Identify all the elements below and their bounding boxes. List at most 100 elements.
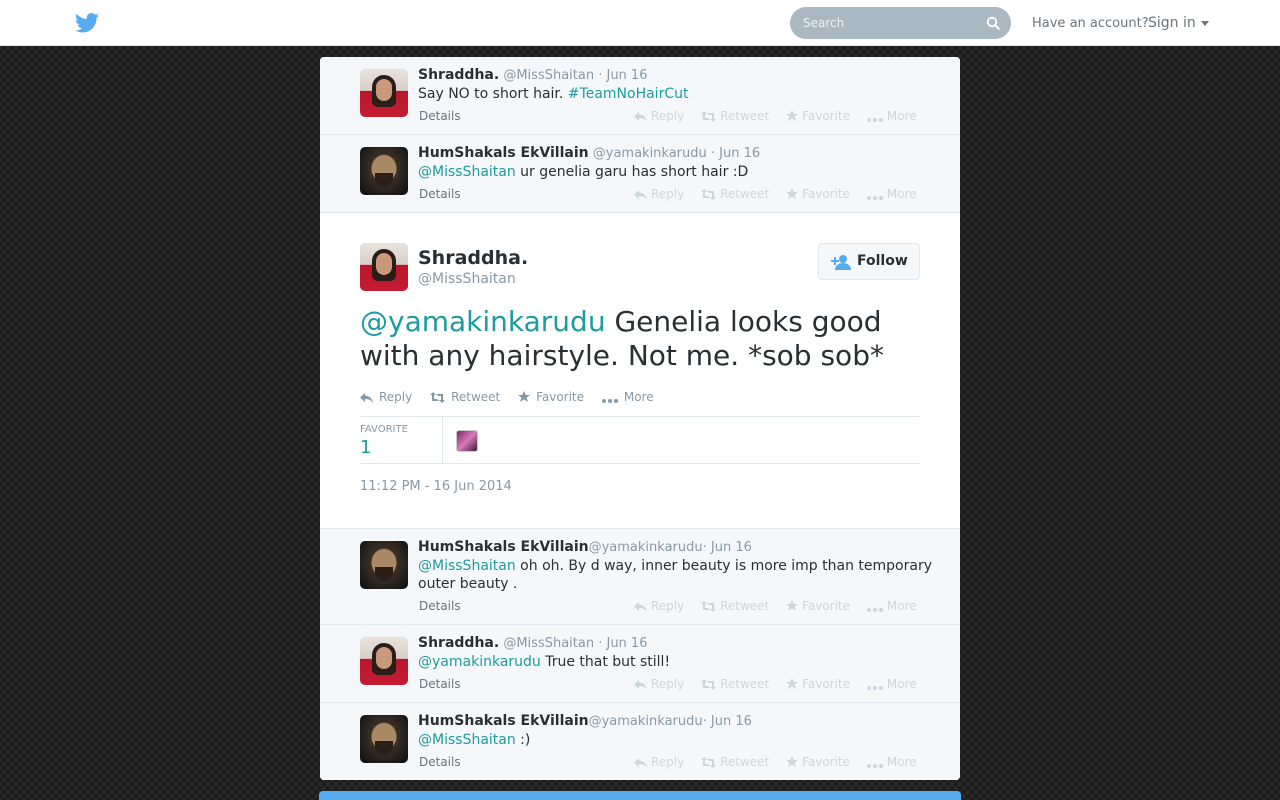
retweet-button[interactable]: Retweet — [701, 187, 769, 201]
details-link[interactable]: Details — [419, 677, 461, 691]
search-icon[interactable] — [986, 16, 1000, 30]
search-input[interactable] — [790, 7, 980, 39]
tweet-author-handle[interactable]: @MissShaitan — [503, 68, 594, 83]
tweet-header: HumShakals EkVillain@yamakinkarudu· Jun … — [418, 539, 752, 555]
mention-link[interactable]: @yamakinkarudu — [418, 654, 541, 670]
favorite-button[interactable]: Favorite — [786, 187, 850, 201]
have-account-label: Have an account? — [1032, 16, 1149, 31]
favorite-label: Favorite — [802, 755, 851, 769]
favorite-button[interactable]: Favorite — [518, 390, 584, 404]
retweet-label: Retweet — [720, 755, 770, 769]
tweet-date[interactable]: · Jun 16 — [703, 714, 752, 729]
tweet-item[interactable]: Shraddha. @MissShaitan · Jun 16 Say NO t… — [320, 57, 960, 135]
reply-button[interactable]: Reply — [634, 187, 684, 201]
follow-label: Follow — [857, 253, 908, 269]
reply-button[interactable]: Reply — [634, 677, 684, 691]
mention-link[interactable]: @MissShaitan — [418, 732, 516, 748]
tweet-item[interactable]: HumShakals EkVillain@yamakinkarudu· Jun … — [320, 529, 960, 625]
details-link[interactable]: Details — [419, 109, 461, 123]
favorite-button[interactable]: Favorite — [786, 599, 850, 613]
tweet-author-name[interactable]: HumShakals EkVillain — [418, 539, 589, 555]
avatar[interactable] — [360, 69, 408, 117]
more-button[interactable]: More — [866, 187, 917, 201]
ellipsis-icon — [866, 608, 883, 612]
signup-banner[interactable] — [319, 791, 961, 800]
mention-link[interactable]: @MissShaitan — [418, 164, 516, 180]
details-link[interactable]: Details — [419, 599, 461, 613]
tweet-item[interactable]: Shraddha. @MissShaitan · Jun 16 @yamakin… — [320, 625, 960, 703]
more-button[interactable]: More — [866, 755, 917, 769]
favorite-button[interactable]: Favorite — [786, 109, 850, 123]
tweet-timestamp[interactable]: 11:12 PM - 16 Jun 2014 — [360, 479, 512, 494]
favorite-button[interactable]: Favorite — [786, 755, 850, 769]
tweet-item[interactable]: HumShakals EkVillain @yamakinkarudu · Ju… — [320, 135, 960, 213]
ellipsis-icon — [866, 686, 883, 690]
favorite-button[interactable]: Favorite — [786, 677, 850, 691]
sign-in-button[interactable]: Sign in — [1148, 15, 1209, 31]
retweet-label: Retweet — [720, 599, 770, 613]
reply-label: Reply — [651, 187, 685, 201]
tweet-date[interactable]: · Jun 16 — [711, 146, 760, 161]
reply-button[interactable]: Reply — [634, 109, 684, 123]
tweet-text: Say NO to short hair. #TeamNoHairCut — [418, 85, 938, 103]
tweet-date[interactable]: · Jun 16 — [598, 636, 647, 651]
tweet-header: Shraddha. @MissShaitan · Jun 16 — [418, 67, 647, 83]
retweet-icon — [701, 189, 717, 200]
retweet-label: Retweet — [451, 390, 501, 404]
details-link[interactable]: Details — [419, 755, 461, 769]
tweet-date[interactable]: · Jun 16 — [703, 540, 752, 555]
retweet-button[interactable]: Retweet — [701, 599, 769, 613]
retweet-button[interactable]: Retweet — [430, 390, 500, 404]
mention-link[interactable]: @yamakinkarudu — [360, 305, 606, 338]
reply-button[interactable]: Reply — [634, 755, 684, 769]
favorite-count[interactable]: 1 — [360, 437, 371, 458]
favorite-label: Favorite — [802, 599, 851, 613]
more-button[interactable]: More — [866, 677, 917, 691]
mention-link[interactable]: @MissShaitan — [418, 558, 516, 574]
ellipsis-icon — [866, 196, 883, 200]
hashtag-link[interactable]: #TeamNoHairCut — [568, 86, 689, 102]
tweet-author-handle[interactable]: @MissShaitan — [418, 271, 516, 287]
star-icon — [786, 678, 799, 689]
details-link[interactable]: Details — [419, 187, 461, 201]
favorite-label: Favorite — [802, 677, 851, 691]
more-button[interactable]: More — [866, 109, 917, 123]
tweet-author-name[interactable]: Shraddha. — [418, 635, 499, 651]
sign-in-label: Sign in — [1148, 15, 1196, 31]
reply-button[interactable]: Reply — [634, 599, 684, 613]
tweet-author-name[interactable]: Shraddha. — [418, 247, 528, 269]
tweet-actions: Reply Retweet Favorite More — [634, 677, 930, 691]
retweet-button[interactable]: Retweet — [701, 109, 769, 123]
avatar[interactable] — [360, 243, 408, 291]
avatar[interactable] — [360, 715, 408, 763]
tweet-author-name[interactable]: HumShakals EkVillain — [418, 713, 589, 729]
star-icon — [786, 188, 799, 199]
tweet-date[interactable]: · Jun 16 — [598, 68, 647, 83]
avatar[interactable] — [360, 541, 408, 589]
avatar[interactable] — [360, 637, 408, 685]
more-button[interactable]: More — [601, 390, 654, 404]
favorite-label: Favorite — [536, 390, 585, 404]
follow-button[interactable]: Follow — [818, 243, 920, 280]
tweet-author-handle[interactable]: @MissShaitan — [503, 636, 594, 651]
tweet-author-handle[interactable]: @yamakinkarudu — [589, 714, 703, 729]
retweet-button[interactable]: Retweet — [701, 677, 769, 691]
tweet-author-handle[interactable]: @yamakinkarudu — [589, 540, 703, 555]
twitter-bird-icon[interactable] — [75, 13, 99, 33]
more-label: More — [623, 390, 654, 404]
reply-button[interactable]: Reply — [360, 390, 412, 404]
favoriter-avatar[interactable] — [456, 430, 478, 452]
conversation-panel: Shraddha. @MissShaitan · Jun 16 Say NO t… — [320, 57, 960, 780]
tweet-author-handle[interactable]: @yamakinkarudu — [593, 146, 707, 161]
avatar[interactable] — [360, 147, 408, 195]
add-user-icon — [831, 255, 851, 270]
reply-icon — [634, 602, 647, 612]
tweet-body: Say NO to short hair. — [418, 86, 568, 102]
tweet-author-name[interactable]: HumShakals EkVillain — [418, 145, 589, 161]
tweet-header: Shraddha. @MissShaitan · Jun 16 — [418, 635, 647, 651]
retweet-button[interactable]: Retweet — [701, 755, 769, 769]
tweet-item[interactable]: HumShakals EkVillain@yamakinkarudu· Jun … — [320, 703, 960, 780]
more-button[interactable]: More — [866, 599, 917, 613]
favorite-stat-label: FAVORITE — [360, 424, 408, 435]
tweet-author-name[interactable]: Shraddha. — [418, 67, 499, 83]
